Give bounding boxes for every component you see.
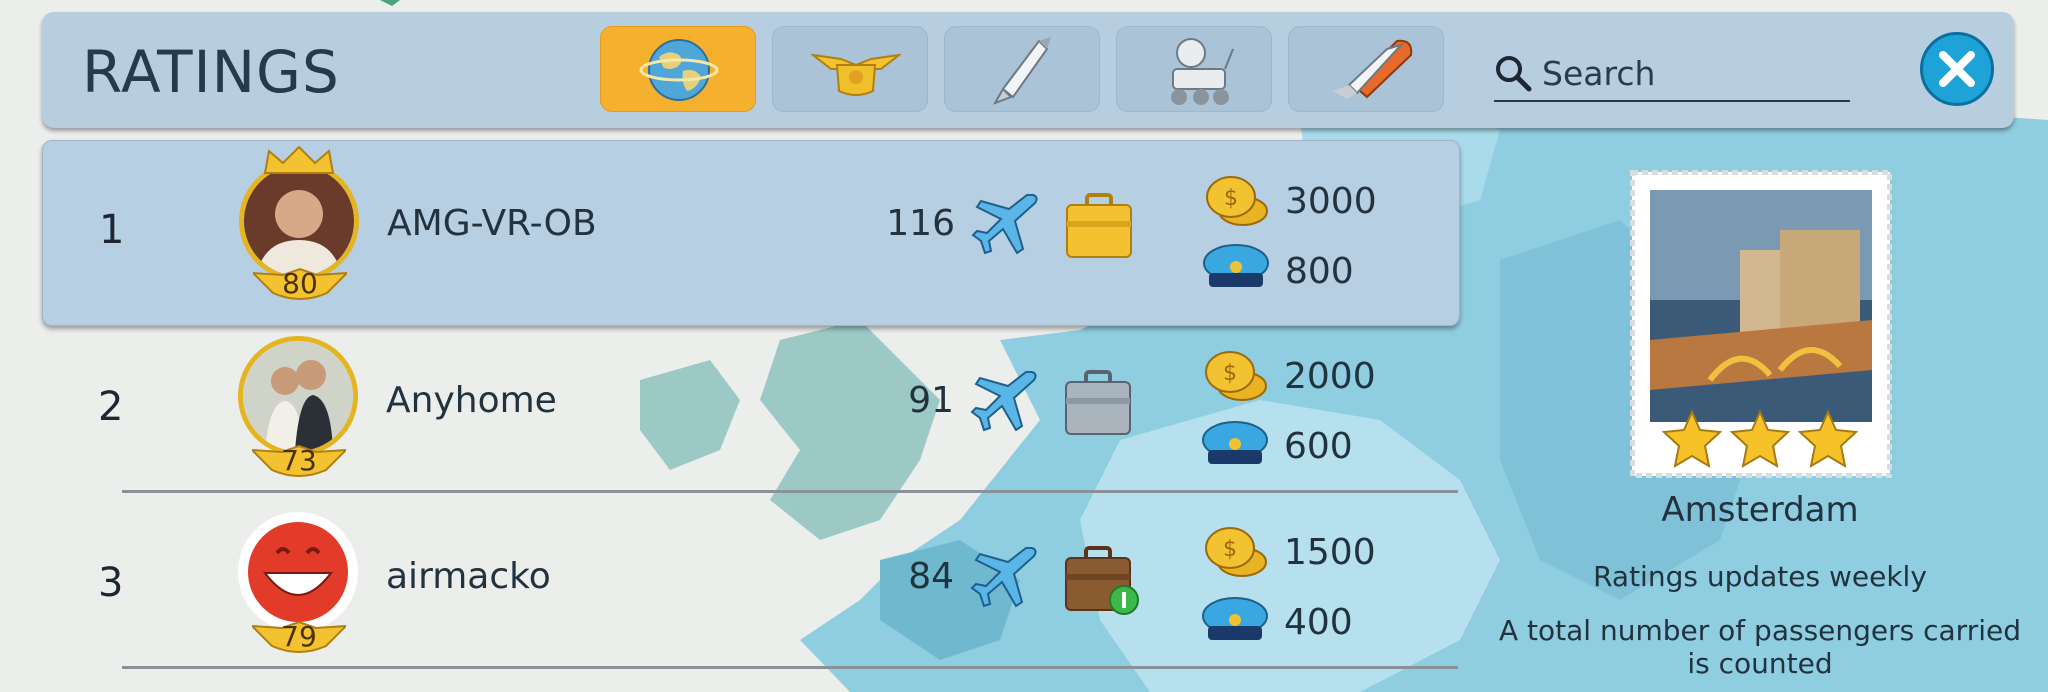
- avatar[interactable]: [238, 336, 358, 456]
- planes-count: 84: [908, 556, 954, 597]
- caps-amount: 400: [1284, 602, 1353, 643]
- coins-icon: $: [1205, 527, 1267, 577]
- plane-icon: [970, 371, 1037, 432]
- level-number: 80: [282, 267, 318, 300]
- tab-rovers[interactable]: [1116, 26, 1272, 112]
- row-divider: [122, 666, 1458, 669]
- svg-text:$: $: [1223, 537, 1237, 562]
- planes-count: 116: [886, 203, 955, 244]
- level-badge: 80: [250, 263, 350, 303]
- player-name: AMG-VR-OB: [387, 203, 597, 244]
- star-icon: [1729, 409, 1791, 468]
- silver-briefcase-icon: [1065, 370, 1131, 435]
- rank-number: 2: [98, 384, 124, 430]
- svg-text:$: $: [1223, 361, 1237, 386]
- captain-cap-icon: [811, 53, 901, 96]
- coins-amount: 3000: [1285, 181, 1377, 222]
- tab-world[interactable]: [600, 26, 756, 112]
- page-title: RATINGS: [82, 38, 340, 106]
- row-divider: [122, 490, 1458, 493]
- space-shuttle-icon: [1333, 39, 1413, 99]
- city-name: Amsterdam: [1661, 490, 1859, 530]
- pilot-cap-icon: [1203, 244, 1269, 287]
- rating-row[interactable]: 3 79 airmacko 84 $ 1500 400: [42, 508, 1460, 684]
- search-field[interactable]: Search: [1494, 42, 1850, 102]
- search-placeholder: Search: [1542, 54, 1656, 93]
- pilot-cap-icon: [1202, 421, 1268, 464]
- ratings-update-note: Ratings updates weekly: [1593, 560, 1927, 593]
- level-number: 79: [281, 620, 317, 653]
- plane-icon: [971, 194, 1038, 255]
- ratings-info-note: A total number of passengers carried is …: [1499, 614, 2021, 680]
- star-icon: [1797, 409, 1859, 468]
- close-button[interactable]: [1920, 32, 1994, 106]
- coins-icon: $: [1205, 351, 1267, 401]
- tab-shuttles[interactable]: [1288, 26, 1444, 112]
- gold-briefcase-icon: [1066, 193, 1132, 258]
- lunar-rover-icon: [1171, 38, 1234, 105]
- top-bar: RATINGS Search: [42, 12, 2014, 128]
- avatar[interactable]: [238, 512, 358, 632]
- rank-number: 1: [99, 207, 125, 253]
- player-name: Anyhome: [386, 380, 557, 421]
- tab-rockets[interactable]: [944, 26, 1100, 112]
- coins-amount: 2000: [1284, 356, 1376, 397]
- coins-icon: $: [1206, 176, 1268, 226]
- brown-briefcase-icon: [1065, 546, 1139, 615]
- tab-pilots[interactable]: [772, 26, 928, 112]
- caps-amount: 800: [1285, 251, 1354, 292]
- level-badge: 79: [249, 616, 349, 656]
- globe-icon: [639, 39, 719, 101]
- rocket-icon: [992, 37, 1051, 105]
- pilot-cap-icon: [1202, 597, 1268, 640]
- planes-count: 91: [908, 380, 954, 421]
- rating-row[interactable]: 1 80 AMG-VR-OB 116 $ 3000 800: [42, 140, 1460, 326]
- rating-row[interactable]: 2 73 Anyhome 91 $ 2000 600: [42, 332, 1460, 508]
- rank-number: 3: [98, 560, 124, 606]
- plane-icon: [970, 547, 1037, 608]
- crown-icon: [263, 145, 335, 174]
- coins-amount: 1500: [1284, 532, 1376, 573]
- search-icon: [1496, 56, 1532, 92]
- caps-amount: 600: [1284, 426, 1353, 467]
- level-number: 73: [281, 444, 317, 477]
- star-icon: [1661, 409, 1723, 468]
- rating-stars: [1661, 409, 1859, 468]
- level-badge: 73: [249, 440, 349, 480]
- svg-text:$: $: [1224, 186, 1238, 211]
- player-name: airmacko: [386, 556, 551, 597]
- close-icon: [1939, 51, 1975, 87]
